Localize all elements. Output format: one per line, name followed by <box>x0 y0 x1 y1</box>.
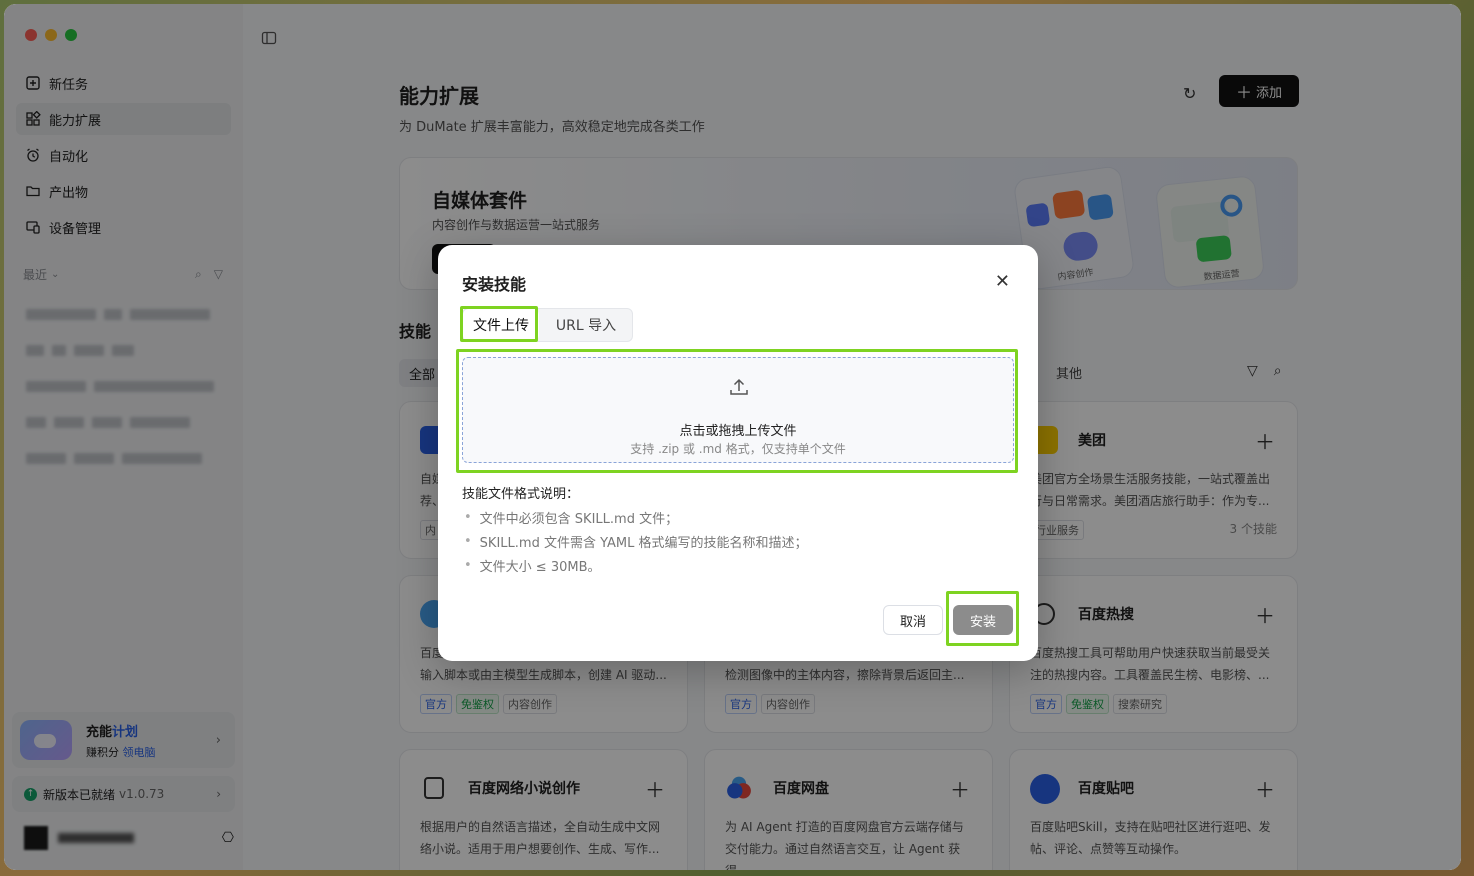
format-title: 技能文件格式说明： <box>462 487 580 502</box>
tab-file-upload[interactable]: 文件上传 <box>463 309 539 341</box>
tab-url-import[interactable]: URL 导入 <box>539 309 633 341</box>
install-method-tabs: 文件上传 URL 导入 <box>462 308 633 342</box>
install-skill-dialog: 安装技能 ✕ 文件上传 URL 导入 点击或拖拽上传文件 支持 .zip 或 .… <box>438 245 1038 661</box>
drop-zone-title: 点击或拖拽上传文件 <box>679 424 797 439</box>
upload-icon <box>730 378 748 395</box>
close-icon[interactable]: ✕ <box>995 271 1010 292</box>
dialog-title: 安装技能 <box>462 275 527 294</box>
drop-zone-hint: 支持 .zip 或 .md 格式，仅支持单个文件 <box>630 442 846 456</box>
cancel-button[interactable]: 取消 <box>883 605 943 635</box>
file-drop-zone[interactable]: 点击或拖拽上传文件 支持 .zip 或 .md 格式，仅支持单个文件 <box>462 357 1014 463</box>
list-item: SKILL.md 文件需含 YAML 格式编写的技能名称和描述； <box>462 529 808 553</box>
install-button[interactable]: 安装 <box>953 605 1013 635</box>
list-item: 文件大小 ≤ 30MB。 <box>462 553 808 577</box>
list-item: 文件中必须包含 SKILL.md 文件； <box>462 505 808 529</box>
format-requirements-list: 文件中必须包含 SKILL.md 文件； SKILL.md 文件需含 YAML … <box>462 505 808 577</box>
